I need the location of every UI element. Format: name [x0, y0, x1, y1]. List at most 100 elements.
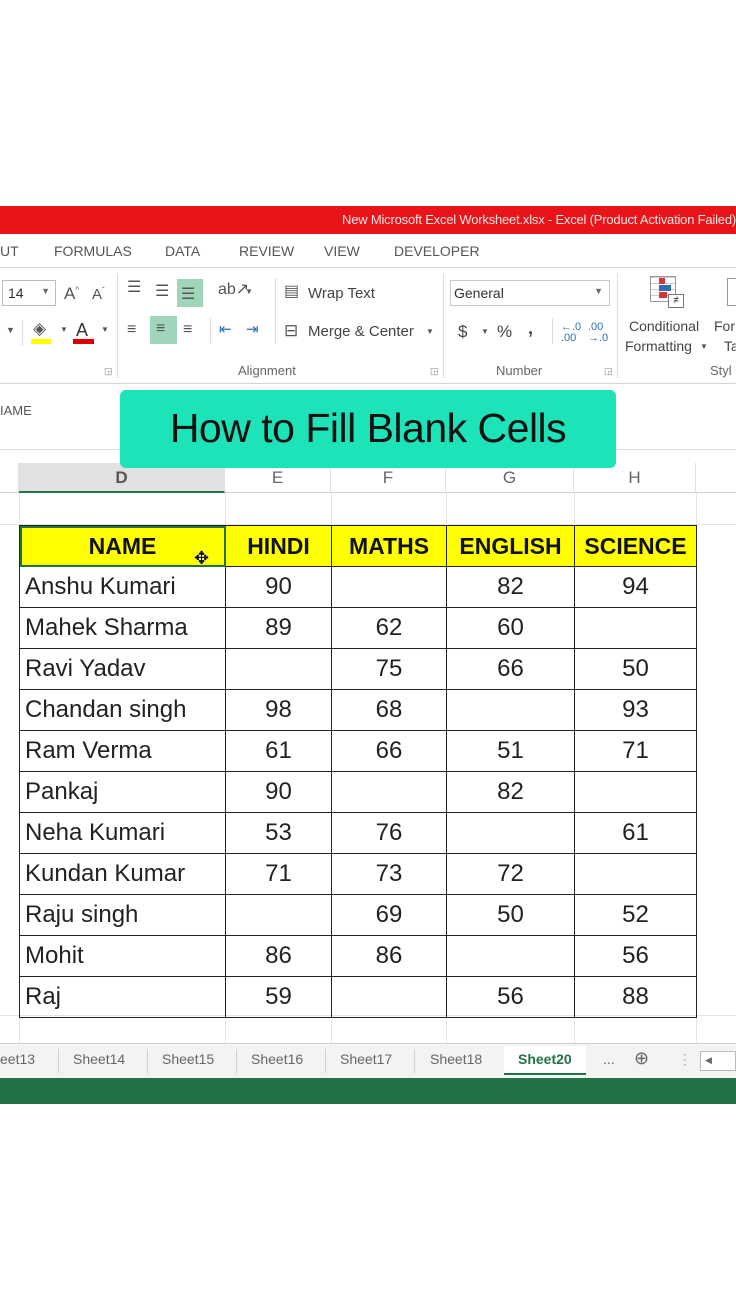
- middle-align-icon[interactable]: ☰: [155, 284, 169, 300]
- tab-developer[interactable]: DEVELOPER: [394, 243, 480, 259]
- score-cell[interactable]: [446, 935, 575, 977]
- header-hindi[interactable]: HINDI: [225, 525, 332, 567]
- sheet-tab[interactable]: eet13: [0, 1051, 35, 1067]
- student-name-cell[interactable]: Anshu Kumari: [19, 566, 226, 608]
- score-cell[interactable]: [446, 689, 575, 731]
- top-align-icon[interactable]: ☰: [127, 280, 141, 296]
- font-color-icon[interactable]: A: [76, 321, 88, 339]
- dialog-launcher-icon[interactable]: ◲: [430, 366, 439, 377]
- tab-review[interactable]: REVIEW: [239, 243, 294, 259]
- dialog-launcher-icon[interactable]: ◲: [104, 366, 113, 377]
- student-name-cell[interactable]: Chandan singh: [19, 689, 226, 731]
- tab-data[interactable]: DATA: [165, 243, 200, 259]
- percent-button[interactable]: %: [497, 322, 512, 342]
- sheet-tab[interactable]: Sheet15: [162, 1051, 214, 1067]
- score-cell[interactable]: [331, 976, 447, 1018]
- score-cell[interactable]: [574, 771, 697, 813]
- score-cell[interactable]: [225, 648, 332, 690]
- tab-formulas[interactable]: FORMULAS: [54, 243, 132, 259]
- chevron-down-icon[interactable]: ▼: [700, 343, 708, 351]
- score-cell[interactable]: [225, 894, 332, 936]
- score-cell[interactable]: [574, 853, 697, 895]
- score-cell[interactable]: [331, 566, 447, 608]
- score-cell[interactable]: 82: [446, 771, 575, 813]
- conditional-formatting-label[interactable]: Formatting: [625, 338, 692, 354]
- score-cell[interactable]: 82: [446, 566, 575, 608]
- score-cell[interactable]: 66: [331, 730, 447, 772]
- score-cell[interactable]: [446, 812, 575, 854]
- chevron-down-icon[interactable]: ▼: [426, 328, 434, 336]
- score-cell[interactable]: 50: [574, 648, 697, 690]
- chevron-down-icon[interactable]: ▼: [6, 326, 15, 335]
- header-english[interactable]: ENGLISH: [446, 525, 575, 567]
- score-cell[interactable]: 93: [574, 689, 697, 731]
- chevron-down-icon[interactable]: ▼: [60, 326, 68, 334]
- align-right-icon[interactable]: ≡: [183, 322, 192, 338]
- horizontal-scrollbar[interactable]: ◀: [700, 1051, 736, 1071]
- score-cell[interactable]: 71: [574, 730, 697, 772]
- number-format-select[interactable]: General ▼: [450, 280, 610, 306]
- currency-button[interactable]: $: [458, 322, 467, 342]
- student-name-cell[interactable]: Neha Kumari: [19, 812, 226, 854]
- conditional-formatting-button[interactable]: Conditional: [629, 318, 699, 334]
- score-cell[interactable]: 76: [331, 812, 447, 854]
- score-cell[interactable]: 72: [446, 853, 575, 895]
- tab-view[interactable]: VIEW: [324, 243, 360, 259]
- sheet-tab[interactable]: Sheet17: [340, 1051, 392, 1067]
- score-cell[interactable]: 75: [331, 648, 447, 690]
- fill-color-icon[interactable]: ◈: [33, 320, 46, 337]
- score-cell[interactable]: 60: [446, 607, 575, 649]
- comma-button[interactable]: ,: [528, 318, 533, 339]
- sheet-tab[interactable]: Sheet16: [251, 1051, 303, 1067]
- decrease-decimal-icon[interactable]: .00 →.0: [588, 322, 608, 344]
- score-cell[interactable]: 66: [446, 648, 575, 690]
- bottom-align-icon[interactable]: ☰: [177, 279, 203, 307]
- score-cell[interactable]: 53: [225, 812, 332, 854]
- merge-center-button[interactable]: Merge & Center: [308, 323, 414, 340]
- score-cell[interactable]: 51: [446, 730, 575, 772]
- score-cell[interactable]: 94: [574, 566, 697, 608]
- sheet-tab[interactable]: Sheet18: [430, 1051, 482, 1067]
- chevron-down-icon[interactable]: ▼: [101, 326, 109, 334]
- score-cell[interactable]: 90: [225, 771, 332, 813]
- student-name-cell[interactable]: Kundan Kumar: [19, 853, 226, 895]
- student-name-cell[interactable]: Ravi Yadav: [19, 648, 226, 690]
- score-cell[interactable]: 98: [225, 689, 332, 731]
- decrease-font-size-icon[interactable]: Aˇ: [92, 287, 105, 303]
- sheet-tab[interactable]: Sheet14: [73, 1051, 125, 1067]
- header-maths[interactable]: MATHS: [331, 525, 447, 567]
- student-name-cell[interactable]: Raj: [19, 976, 226, 1018]
- score-cell[interactable]: 69: [331, 894, 447, 936]
- increase-indent-icon[interactable]: ⇥: [246, 322, 259, 337]
- align-center-icon[interactable]: ≡: [150, 316, 177, 344]
- score-cell[interactable]: 52: [574, 894, 697, 936]
- student-name-cell[interactable]: Raju singh: [19, 894, 226, 936]
- student-name-cell[interactable]: Mahek Sharma: [19, 607, 226, 649]
- score-cell[interactable]: 62: [331, 607, 447, 649]
- font-size-select[interactable]: 14 ▼: [2, 280, 56, 306]
- score-cell[interactable]: 50: [446, 894, 575, 936]
- decrease-indent-icon[interactable]: ⇤: [219, 322, 232, 337]
- chevron-down-icon[interactable]: ▼: [245, 288, 253, 296]
- sheet-tab-active[interactable]: Sheet20: [504, 1046, 586, 1075]
- increase-font-size-icon[interactable]: A^: [64, 285, 79, 302]
- increase-decimal-icon[interactable]: ←.0.00: [561, 322, 581, 344]
- score-cell[interactable]: [574, 607, 697, 649]
- format-as-table-label[interactable]: Ta: [724, 338, 736, 354]
- score-cell[interactable]: 73: [331, 853, 447, 895]
- score-cell[interactable]: 56: [574, 935, 697, 977]
- student-name-cell[interactable]: Mohit: [19, 935, 226, 977]
- wrap-text-button[interactable]: Wrap Text: [308, 285, 375, 302]
- score-cell[interactable]: 86: [225, 935, 332, 977]
- align-left-icon[interactable]: ≡: [127, 322, 136, 338]
- format-as-table-button[interactable]: For: [714, 318, 735, 334]
- student-name-cell[interactable]: Pankaj: [19, 771, 226, 813]
- score-cell[interactable]: 61: [225, 730, 332, 772]
- score-cell[interactable]: 86: [331, 935, 447, 977]
- header-science[interactable]: SCIENCE: [574, 525, 697, 567]
- score-cell[interactable]: 61: [574, 812, 697, 854]
- name-box[interactable]: IAME: [0, 403, 32, 418]
- student-name-cell[interactable]: Ram Verma: [19, 730, 226, 772]
- select-all-corner[interactable]: [0, 463, 19, 493]
- score-cell[interactable]: 89: [225, 607, 332, 649]
